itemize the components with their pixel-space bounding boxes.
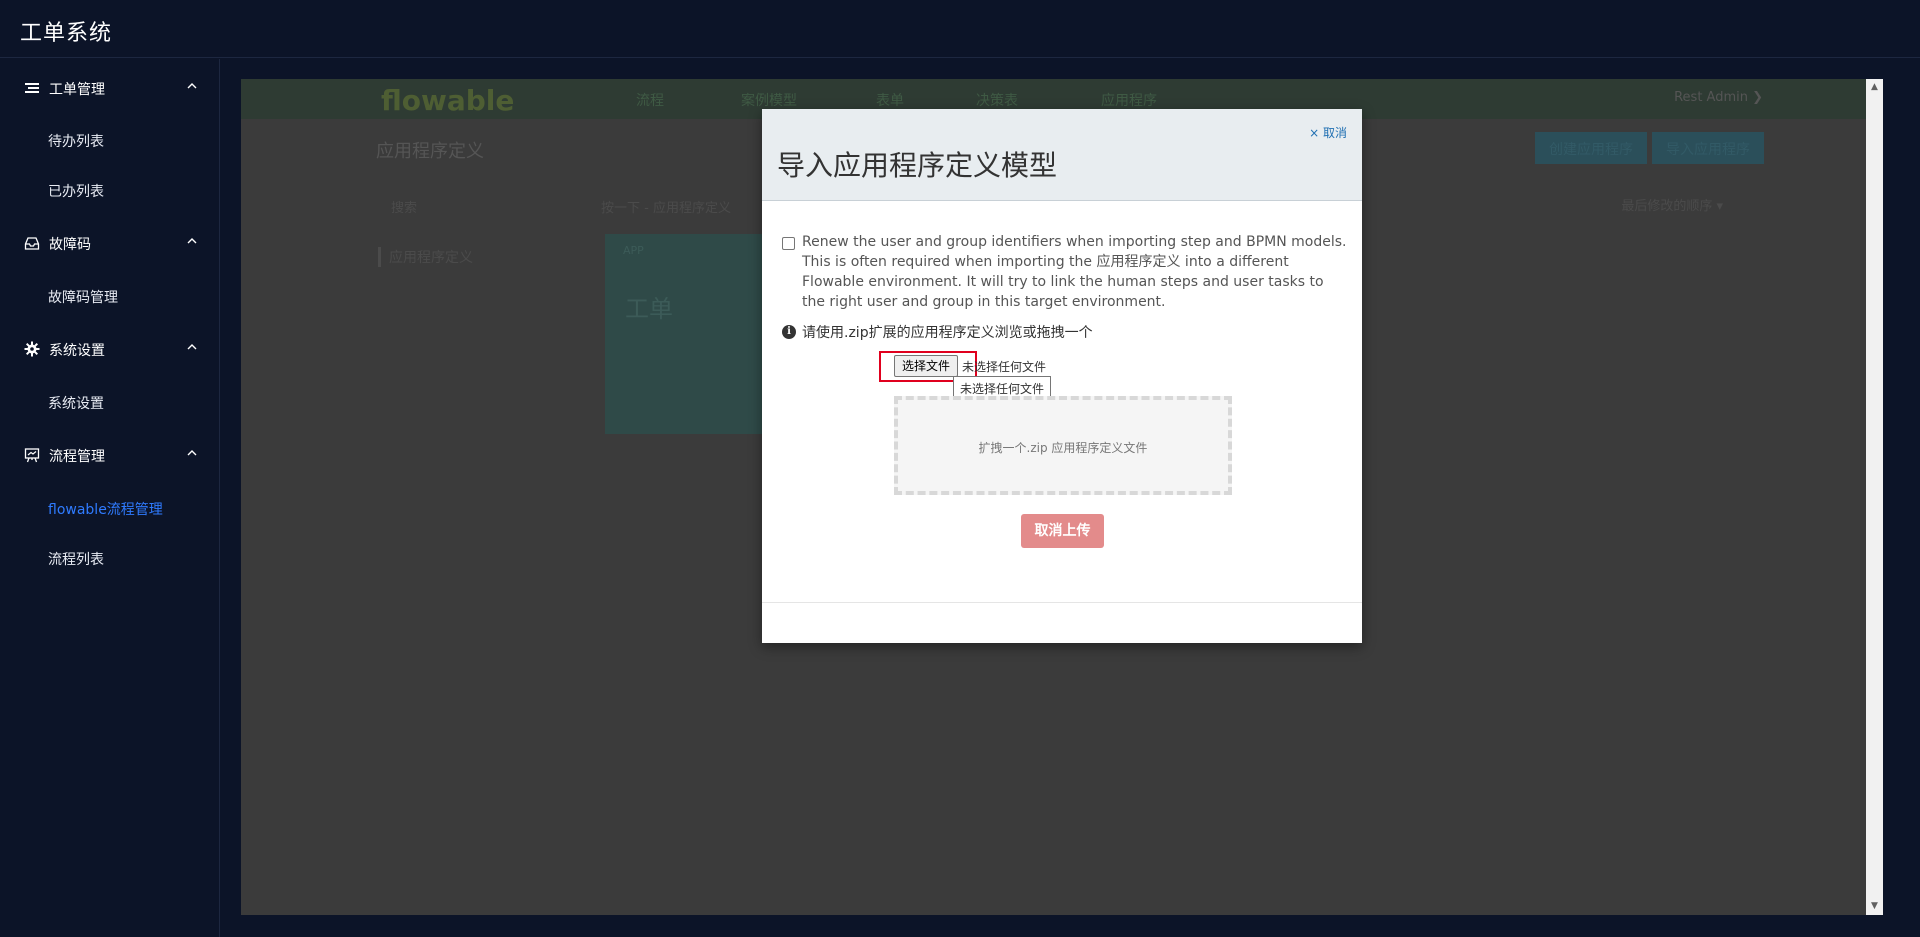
sidebar-group-work-orders[interactable]: 工单管理 [0,68,220,108]
sidebar-item-system-settings[interactable]: 系统设置 [0,381,220,421]
sidebar-item-todo-list[interactable]: 待办列表 [0,119,220,159]
sidebar-item-label: 流程列表 [48,552,104,568]
top-header: 工单系统 [0,0,1920,58]
flowable-logo: flowable [381,84,515,117]
bg-nav-decision-tables: 决策表 [976,93,1018,109]
sidebar-group-label: 流程管理 [49,449,105,465]
modal-header: × 取消 导入应用程序定义模型 [762,109,1362,201]
inbox-icon [24,237,40,250]
bg-user-menu: Rest Admin ❯ [1674,90,1763,105]
bg-import-app-button: 导入应用程序 [1652,132,1764,164]
bg-nav-processes: 流程 [636,93,664,109]
scroll-up-arrow-icon[interactable]: ▲ [1866,79,1883,96]
sidebar-group-system-settings[interactable]: 系统设置 [0,329,220,369]
chevron-up-icon [187,238,197,244]
cancel-upload-button[interactable]: 取消上传 [1021,514,1104,548]
board-icon [24,448,40,463]
bg-sort-dropdown: 最后修改的顺序 ▾ [1621,199,1723,214]
sidebar-group-process-management[interactable]: 流程管理 [0,435,220,475]
sidebar-item-fault-code-management[interactable]: 故障码管理 [0,275,220,315]
sidebar-group-fault-codes[interactable]: 故障码 [0,223,220,263]
bg-card-badge: APP [623,244,644,257]
bg-page-title: 应用程序定义 [376,141,484,162]
chevron-up-icon [187,450,197,456]
vertical-scrollbar[interactable]: ▲ ▼ [1866,79,1883,915]
bg-nav-forms: 表单 [876,93,904,109]
sidebar-group-label: 系统设置 [49,343,105,359]
sidebar-group-label: 工单管理 [49,82,105,98]
app-title: 工单系统 [20,21,113,46]
chevron-up-icon [187,344,197,350]
file-dropzone[interactable]: 扩拽一个.zip 应用程序定义文件 [894,396,1232,495]
renew-identifiers-checkbox[interactable] [782,237,795,250]
import-app-definition-modal: × 取消 导入应用程序定义模型 Renew the user and group… [762,109,1362,643]
list-icon [25,83,39,93]
chevron-up-icon [187,83,197,89]
sidebar-item-flowable-process-management[interactable]: flowable流程管理 [0,487,220,527]
info-icon: i [782,325,796,339]
dropzone-label: 扩拽一个.zip 应用程序定义文件 [978,441,1148,455]
modal-title: 导入应用程序定义模型 [777,149,1058,182]
sidebar-item-label: 系统设置 [48,396,104,412]
bg-create-app-button: 创建应用程序 [1535,132,1647,164]
gear-icon [24,341,40,357]
bg-side-label: 应用程序定义 [378,247,473,267]
modal-close-button[interactable]: × 取消 [1309,124,1347,141]
bg-filter-label: 按一下 - 应用程序定义 [601,201,731,216]
bg-app-card: APP 工单 [605,234,765,434]
renew-identifiers-label: Renew the user and group identifiers whe… [802,234,1347,310]
scroll-down-arrow-icon[interactable]: ▼ [1866,898,1883,915]
sidebar-item-process-list[interactable]: 流程列表 [0,537,220,577]
upload-instructions: 请使用.zip扩展的应用程序定义浏览或拖拽一个 [802,325,1093,341]
sidebar-item-done-list[interactable]: 已办列表 [0,169,220,209]
sidebar-item-label: 故障码管理 [48,290,118,306]
bg-card-title: 工单 [625,295,673,323]
sidebar-item-label: 待办列表 [48,134,104,150]
sidebar-item-label: flowable流程管理 [48,502,163,518]
sidebar-item-label: 已办列表 [48,184,104,200]
sidebar-group-label: 故障码 [49,237,91,253]
bg-search-input: 搜索 [391,201,418,216]
bg-nav-apps: 应用程序 [1101,93,1157,109]
file-status: 未选择任何文件 [962,360,1047,374]
modal-footer [762,602,1362,643]
sidebar: 工单管理 待办列表 已办列表 故障码 故障码管理 系统设置 系统设置 流程管理 … [0,59,220,937]
bg-nav-case-models: 案例模型 [741,93,797,109]
